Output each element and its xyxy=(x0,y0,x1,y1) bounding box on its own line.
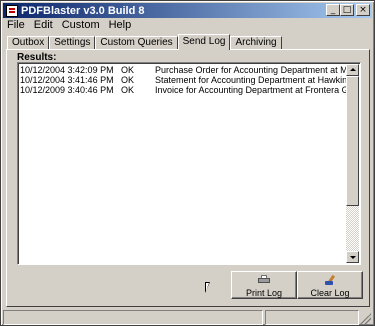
minimize-button[interactable]: _ xyxy=(326,4,340,16)
window-controls: _ □ × xyxy=(326,4,370,16)
close-button[interactable]: × xyxy=(356,4,370,16)
row-date: 10/12/2004 3:41:46 PM xyxy=(20,75,114,85)
window-title: PDFBlaster v3.0 Build 8 xyxy=(21,4,145,17)
clear-log-button[interactable]: Clear Log xyxy=(297,271,363,299)
menu-bar: File Edit Custom Help xyxy=(3,18,372,32)
title-bar[interactable]: PDFBlaster v3.0 Build 8 _ □ × xyxy=(3,3,372,18)
row-description: Invoice for Accounting Department at Fro… xyxy=(155,85,348,95)
tab-archiving[interactable]: Archiving xyxy=(230,36,282,50)
clear-log-label: Clear Log xyxy=(310,288,350,298)
status-panel-secondary xyxy=(265,310,359,325)
scroll-up-button[interactable] xyxy=(346,64,359,76)
printer-icon xyxy=(258,275,270,285)
row-date: 10/12/2004 3:42:09 PM xyxy=(20,65,114,75)
menu-custom[interactable]: Custom xyxy=(62,19,100,31)
vertical-scrollbar[interactable] xyxy=(346,64,359,263)
app-icon[interactable] xyxy=(6,4,18,17)
row-date: 10/12/2009 3:40:46 PM xyxy=(20,85,114,95)
status-panel-main xyxy=(3,310,263,325)
tab-outbox[interactable]: Outbox xyxy=(7,36,50,50)
brush-icon xyxy=(324,274,338,286)
resize-grip-icon[interactable] xyxy=(360,313,371,324)
row-status: OK xyxy=(121,85,135,95)
tab-settings[interactable]: Settings xyxy=(49,36,96,50)
menu-help[interactable]: Help xyxy=(109,19,132,31)
row-status: OK xyxy=(121,75,135,85)
row-description: Statement for Accounting Department at H… xyxy=(155,75,348,85)
print-log-label: Print Log xyxy=(245,288,283,298)
scroll-thumb[interactable] xyxy=(346,76,359,206)
tab-send-log[interactable]: Send Log xyxy=(177,34,231,50)
list-item[interactable]: 10/12/2004 3:42:09 PM OK Purchase Order … xyxy=(20,65,348,75)
row-description: Purchase Order for Accounting Department… xyxy=(155,65,348,75)
status-bar xyxy=(3,310,372,325)
results-list[interactable]: 10/12/2004 3:42:09 PM OK Purchase Order … xyxy=(17,62,361,265)
row-status: OK xyxy=(121,65,135,75)
print-log-button[interactable]: Print Log xyxy=(231,271,297,299)
list-item[interactable]: 10/12/2009 3:40:46 PM OK Invoice for Acc… xyxy=(20,85,348,95)
menu-file[interactable]: File xyxy=(7,19,25,31)
tab-custom-queries[interactable]: Custom Queries xyxy=(95,36,178,50)
menu-edit[interactable]: Edit xyxy=(34,19,53,31)
list-item[interactable]: 10/12/2004 3:41:46 PM OK Statement for A… xyxy=(20,75,348,85)
app-window: PDFBlaster v3.0 Build 8 _ □ × File Edit … xyxy=(0,0,375,326)
maximize-button[interactable]: □ xyxy=(340,4,354,16)
scroll-down-button[interactable] xyxy=(346,251,359,263)
mouse-cursor-icon xyxy=(205,282,210,293)
tab-strip: Outbox Settings Custom Queries Send Log … xyxy=(7,34,282,50)
